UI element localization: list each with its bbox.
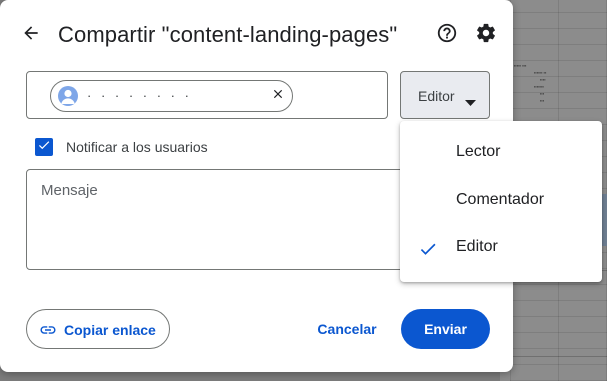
help-button[interactable] [434,22,460,48]
person-avatar-icon [58,86,78,106]
background-cell-text: ▪▪▪ [540,98,545,103]
role-menu-item-lector[interactable]: Lector [400,132,602,172]
background-cell-text: ▪▪▪▪▪▪▪ [534,84,544,89]
copy-link-button[interactable]: Copiar enlace [26,309,170,349]
role-menu-item-label: Comentador [456,191,545,208]
role-dropdown[interactable]: Editor [400,71,490,119]
background-cell-text: ▪▪▪ [540,91,545,96]
link-icon [39,321,57,344]
recipient-chip[interactable]: · · · · · · · · [50,80,293,112]
role-menu-item-editor[interactable]: Editor [400,227,602,267]
close-icon [271,87,285,106]
check-icon [37,138,51,157]
role-dropdown-label: Editor [418,88,455,104]
role-menu-item-label: Editor [456,238,498,255]
role-menu-item-label: Lector [456,143,501,160]
help-circle-icon [436,22,458,49]
notify-checkbox[interactable] [35,138,53,156]
background-cell-text: ▪▪▪▪▪▪ ▪▪ [534,70,547,75]
background-cell-text: ▪▪▪▪ [540,77,546,82]
role-menu: Lector Comentador Editor [400,121,602,282]
caret-down-icon [465,93,476,111]
dialog-header: Compartir "content-landing-pages" [0,0,513,72]
background-box [512,270,607,357]
check-icon [418,239,438,264]
back-button[interactable] [16,20,46,50]
gear-icon [475,22,497,49]
send-button[interactable]: Enviar [401,309,490,349]
dialog-title: Compartir "content-landing-pages" [58,22,398,47]
role-menu-item-comentador[interactable]: Comentador [400,180,602,220]
background-cell-text: ▪▪▪▪▪ ▪▪▪ [514,63,527,68]
chip-remove-button[interactable] [269,87,287,105]
arrow-back-icon [21,23,41,48]
copy-link-label: Copiar enlace [64,322,156,338]
cancel-button[interactable]: Cancelar [306,309,388,349]
settings-button[interactable] [473,22,499,48]
recipient-chip-label: · · · · · · · · [87,88,192,103]
recipient-input[interactable]: · · · · · · · · [26,71,388,119]
notify-label: Notificar a los usuarios [66,139,208,155]
message-placeholder: Mensaje [41,182,98,199]
